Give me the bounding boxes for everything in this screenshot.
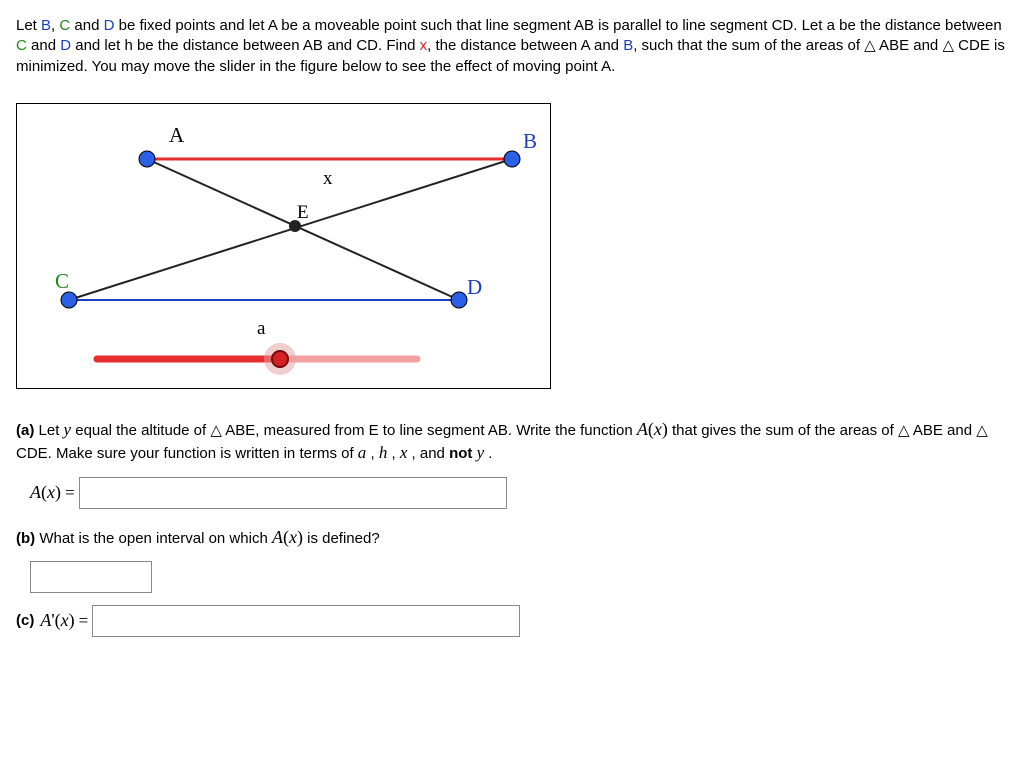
svg-text:x: x xyxy=(323,168,333,189)
svg-text:C: C xyxy=(55,269,69,293)
part-c-input[interactable] xyxy=(92,605,520,637)
point-D: D xyxy=(104,17,115,34)
label-Aprimex: A'(x) xyxy=(40,610,74,631)
part-b: (b) What is the open interval on which A… xyxy=(16,525,1007,549)
point-C: C xyxy=(59,17,70,34)
label-Aofx: A(x) xyxy=(30,482,61,503)
svg-text:D: D xyxy=(467,275,482,299)
point-A: A xyxy=(268,17,277,34)
part-a-label: (a) xyxy=(16,422,34,439)
part-b-input[interactable] xyxy=(30,561,152,593)
function-Aofx: A(x) xyxy=(637,419,668,439)
part-b-answer-row xyxy=(30,561,1007,593)
triangle-icon: △ xyxy=(898,423,910,439)
triangle-icon: △ xyxy=(210,423,222,439)
part-c-answer-row: (c) A'(x) = xyxy=(16,605,1007,637)
part-c-label: (c) xyxy=(16,612,34,629)
function-Aofx-b: A(x) xyxy=(272,527,303,547)
part-a: (a) Let y equal the altitude of △ ABE, m… xyxy=(16,417,1007,465)
part-a-input[interactable] xyxy=(79,477,507,509)
svg-text:A: A xyxy=(169,123,185,147)
triangle-icon: △ xyxy=(864,38,876,54)
equals-sign: = xyxy=(75,611,93,631)
geometry-figure[interactable]: A B C D E x a xyxy=(16,103,551,389)
problem-intro: Let B, C and D be fixed points and let A… xyxy=(16,16,1007,77)
part-b-label: (b) xyxy=(16,530,35,547)
var-y: y xyxy=(64,420,72,439)
var-h: h xyxy=(124,37,132,54)
point-B: B xyxy=(41,17,51,34)
part-a-answer-row: A(x) = xyxy=(30,477,1007,509)
svg-text:B: B xyxy=(523,129,537,153)
triangle-icon: △ xyxy=(976,423,988,439)
equals-sign: = xyxy=(61,483,79,503)
segment-CD: CD xyxy=(772,17,794,34)
segment-AB: AB xyxy=(574,17,594,34)
var-a: a xyxy=(827,17,835,34)
svg-text:a: a xyxy=(257,318,266,339)
triangle-icon: △ xyxy=(942,38,954,54)
svg-text:E: E xyxy=(297,202,309,223)
